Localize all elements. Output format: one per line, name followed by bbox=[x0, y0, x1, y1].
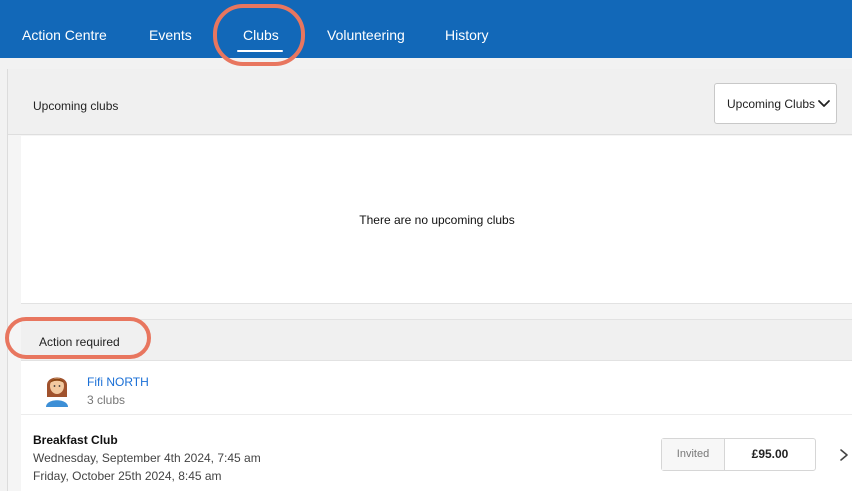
status-badge: Invited bbox=[662, 439, 725, 470]
child-club-count: 3 clubs bbox=[87, 393, 126, 407]
action-required-header: Action required bbox=[21, 319, 852, 361]
club-end-date: Friday, October 25th 2024, 8:45 am bbox=[33, 469, 222, 483]
club-price: £95.00 bbox=[751, 447, 789, 461]
upcoming-clubs-header: Upcoming clubs Upcoming Clubs bbox=[8, 69, 852, 135]
top-navigation-bar: Action Centre Events Clubs Volunteering … bbox=[0, 0, 852, 58]
upcoming-clubs-dropdown[interactable]: Upcoming Clubs bbox=[714, 83, 837, 124]
club-start-date: Wednesday, September 4th 2024, 7:45 am bbox=[33, 451, 261, 465]
child-name-link[interactable]: Fifi NORTH bbox=[87, 375, 149, 389]
empty-state-message: There are no upcoming clubs bbox=[359, 213, 515, 227]
tab-action-centre[interactable]: Action Centre bbox=[22, 27, 107, 43]
club-name: Breakfast Club bbox=[33, 433, 118, 447]
tab-history[interactable]: History bbox=[445, 27, 489, 43]
child-row[interactable]: Fifi NORTH 3 clubs bbox=[21, 361, 852, 415]
upcoming-clubs-title: Upcoming clubs bbox=[33, 99, 119, 113]
active-tab-indicator bbox=[237, 50, 283, 52]
chevron-right-icon[interactable] bbox=[839, 448, 849, 462]
dropdown-selected-value: Upcoming Clubs bbox=[727, 97, 816, 111]
tab-volunteering[interactable]: Volunteering bbox=[327, 27, 405, 43]
tab-clubs[interactable]: Clubs bbox=[243, 27, 279, 43]
status-price-box: Invited £95.00 bbox=[661, 438, 816, 471]
action-required-title: Action required bbox=[39, 335, 120, 349]
chevron-down-icon bbox=[818, 100, 830, 107]
child-avatar-icon bbox=[46, 377, 68, 407]
tab-events[interactable]: Events bbox=[149, 27, 192, 43]
clubs-panel: Upcoming clubs Upcoming Clubs There are … bbox=[7, 69, 852, 491]
empty-state-box: There are no upcoming clubs bbox=[21, 136, 852, 304]
club-invitation-row[interactable]: Breakfast Club Wednesday, September 4th … bbox=[21, 415, 852, 491]
